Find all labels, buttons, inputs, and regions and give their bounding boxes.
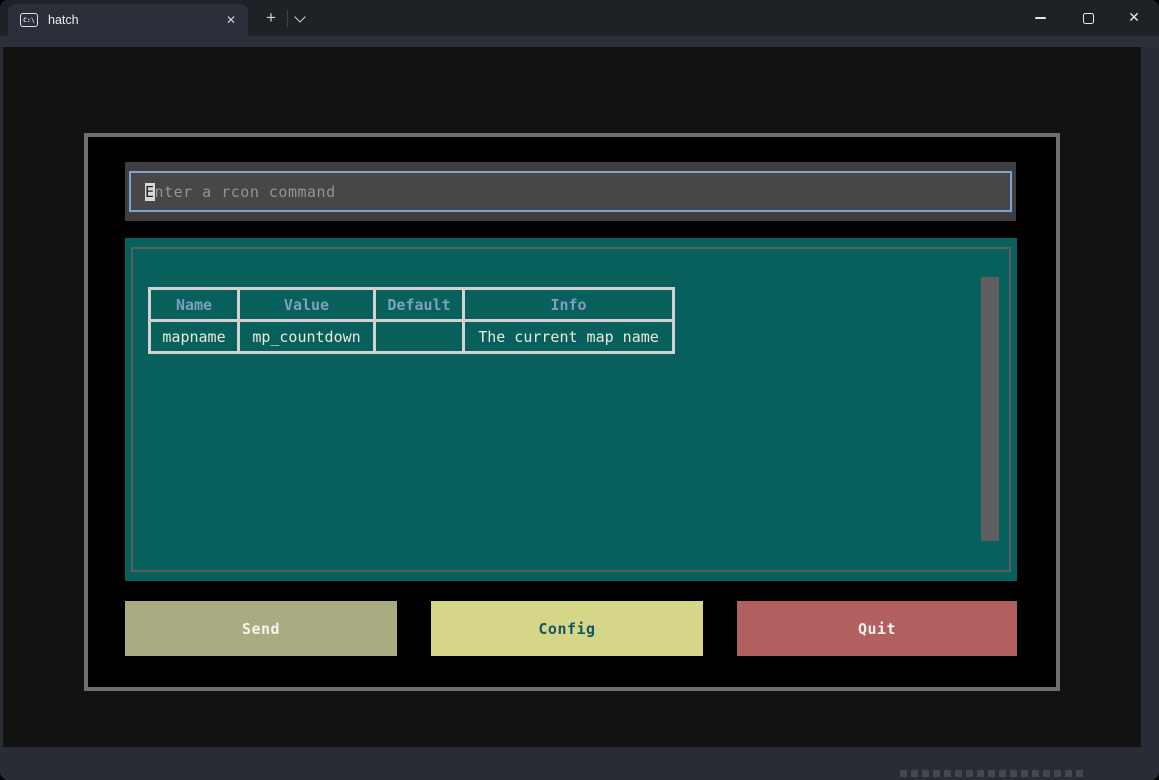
chevron-down-icon[interactable] <box>294 11 305 22</box>
cutoff-watermark <box>900 770 1086 777</box>
command-input[interactable]: Enter a rcon command <box>129 171 1012 212</box>
maximize-button[interactable] <box>1066 0 1110 36</box>
cell-info: The current map name <box>464 321 674 353</box>
cvar-panel: Name Value Default Info mapname mp_count… <box>125 238 1017 581</box>
quit-button[interactable]: Quit <box>737 601 1017 656</box>
table-row[interactable]: mapname mp_countdown The current map nam… <box>150 321 674 353</box>
minimize-icon <box>1035 17 1046 19</box>
tabbar-separator <box>287 10 288 27</box>
col-header-value: Value <box>239 289 375 321</box>
rcon-app-screen: Enter a rcon command Name Value Default … <box>84 133 1060 691</box>
cvar-table[interactable]: Name Value Default Info mapname mp_count… <box>148 287 675 354</box>
cvar-table-header-row: Name Value Default Info <box>150 289 674 321</box>
cell-value: mp_countdown <box>239 321 375 353</box>
config-button[interactable]: Config <box>431 601 703 656</box>
col-header-info: Info <box>464 289 674 321</box>
terminal-window: C:\ hatch ✕ + ✕ Enter a rcon command <box>0 0 1159 780</box>
close-icon: ✕ <box>1128 10 1140 26</box>
command-input-container: Enter a rcon command <box>125 162 1016 221</box>
cell-name: mapname <box>150 321 239 353</box>
command-input-placeholder: nter a rcon command <box>155 183 336 201</box>
col-header-default: Default <box>375 289 464 321</box>
tab-title: hatch <box>48 13 79 27</box>
cmd-prompt-icon: C:\ <box>20 13 38 27</box>
new-tab-button[interactable]: + <box>260 7 282 29</box>
cell-default <box>375 321 464 353</box>
text-cursor: E <box>145 183 155 201</box>
minimize-button[interactable] <box>1018 0 1062 36</box>
tabbar-band <box>0 36 1159 47</box>
maximize-icon <box>1083 13 1094 24</box>
tab-close-icon[interactable]: ✕ <box>226 13 236 27</box>
panel-scrollbar-thumb[interactable] <box>981 277 999 541</box>
tab-hatch[interactable]: C:\ hatch ✕ <box>8 4 248 36</box>
close-button[interactable]: ✕ <box>1112 0 1156 36</box>
send-button[interactable]: Send <box>125 601 397 656</box>
col-header-name: Name <box>150 289 239 321</box>
terminal-viewport: Enter a rcon command Name Value Default … <box>3 47 1141 747</box>
titlebar: C:\ hatch ✕ + ✕ <box>0 0 1159 36</box>
